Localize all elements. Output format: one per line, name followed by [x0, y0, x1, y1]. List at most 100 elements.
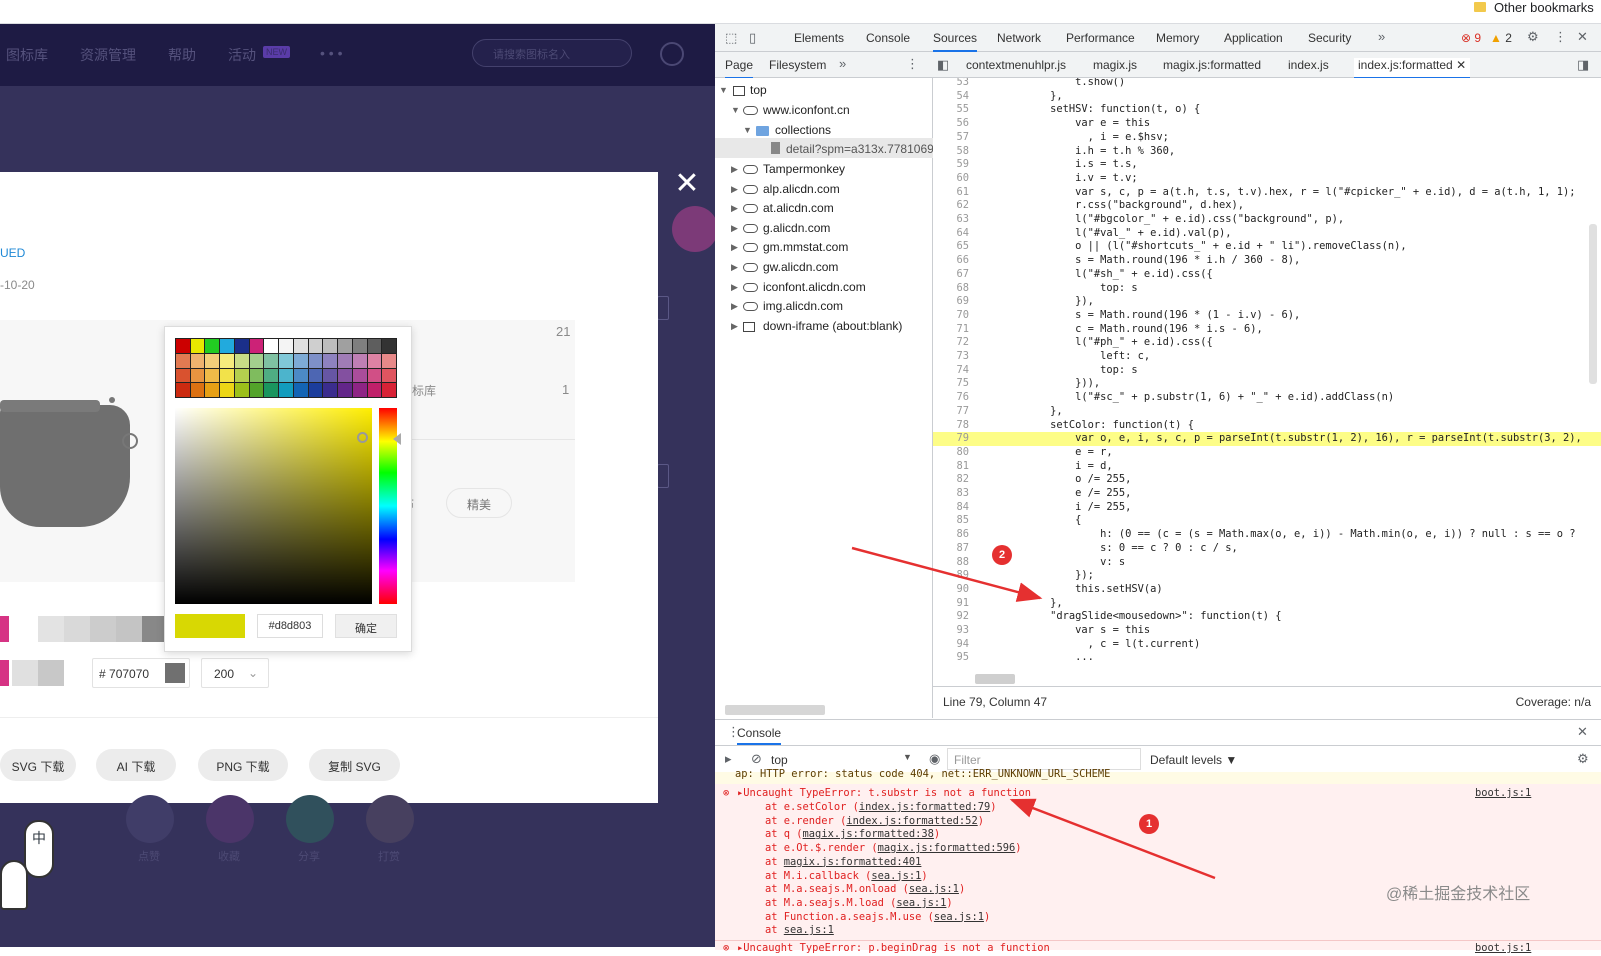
- nav-resource-manage[interactable]: 资源管理: [80, 45, 136, 65]
- palette-swatch[interactable]: [382, 368, 396, 383]
- editor-scrollbar[interactable]: [1589, 224, 1597, 384]
- expand-icon[interactable]: ▶: [731, 203, 738, 214]
- line-number[interactable]: 73: [933, 350, 969, 364]
- line-number[interactable]: 78: [933, 419, 969, 433]
- coverage-status[interactable]: Coverage: n/a: [1516, 695, 1591, 709]
- color-palette[interactable]: [175, 338, 397, 398]
- side-tool-icon-2[interactable]: [657, 464, 669, 488]
- collect-button[interactable]: [206, 795, 254, 843]
- share-button[interactable]: [286, 795, 334, 843]
- palette-swatch[interactable]: [367, 368, 382, 383]
- stack-source-link[interactable]: sea.js:1: [784, 924, 834, 936]
- line-number[interactable]: 87: [933, 542, 969, 556]
- palette-swatch[interactable]: [382, 339, 396, 353]
- palette-swatch[interactable]: [382, 353, 396, 368]
- copy-svg-button[interactable]: 复制 SVG: [309, 749, 400, 781]
- expand-icon[interactable]: ▶: [731, 184, 738, 195]
- stack-source-link[interactable]: index.js:formatted:52: [846, 815, 977, 827]
- line-number[interactable]: 79: [933, 432, 969, 446]
- tree-origin-item[interactable]: alp.alicdn.com: [763, 182, 840, 196]
- palette-swatch[interactable]: [264, 339, 279, 353]
- line-number[interactable]: 74: [933, 364, 969, 378]
- palette-swatch[interactable]: [352, 353, 367, 368]
- palette-swatch[interactable]: [382, 383, 396, 397]
- palette-swatch[interactable]: [249, 339, 264, 353]
- code-line[interactable]: 70 s = Math.round(196 * (1 - i.v) - 6),: [933, 309, 1601, 323]
- code-line[interactable]: 89 });: [933, 569, 1601, 583]
- palette-swatch[interactable]: [323, 368, 338, 383]
- toggle-debugger-icon[interactable]: ◨: [1577, 57, 1589, 73]
- nav-help[interactable]: 帮助: [168, 45, 196, 65]
- line-number[interactable]: 94: [933, 638, 969, 652]
- palette-swatch[interactable]: [323, 383, 338, 397]
- code-line[interactable]: 90 this.setHSV(a): [933, 583, 1601, 597]
- tab-sources[interactable]: Sources: [933, 31, 978, 52]
- editor-hscroll[interactable]: [975, 674, 1015, 684]
- code-line[interactable]: 82 o /= 255,: [933, 473, 1601, 487]
- levels-select[interactable]: Default levels ▼: [1150, 753, 1237, 767]
- gear-icon[interactable]: ⚙: [1527, 29, 1539, 45]
- palette-swatch[interactable]: [308, 339, 323, 353]
- palette-swatch[interactable]: [205, 368, 220, 383]
- swatch[interactable]: [90, 616, 116, 642]
- favorite-float-icon[interactable]: [672, 206, 718, 252]
- code-line[interactable]: 76 l("#sc_" + p.substr(1, 6) + "_" + e.i…: [933, 391, 1601, 405]
- close-icon[interactable]: ✕: [672, 169, 702, 200]
- context-select[interactable]: top: [771, 753, 788, 767]
- code-line[interactable]: 61 var s, c, p = a(t.h, t.s, t.v).hex, r…: [933, 186, 1601, 200]
- tree-folder[interactable]: collections: [775, 123, 831, 137]
- line-number[interactable]: 82: [933, 473, 969, 487]
- code-line[interactable]: 62 r.css("background", d.hex),: [933, 199, 1601, 213]
- kebab-menu-icon[interactable]: ⋮: [1554, 29, 1567, 45]
- code-line[interactable]: 53 t.show(): [933, 78, 1601, 90]
- palette-swatch[interactable]: [190, 368, 205, 383]
- stack-source-link[interactable]: magix.js:formatted:401: [784, 856, 922, 868]
- palette-swatch[interactable]: [234, 383, 249, 397]
- avatar[interactable]: [660, 42, 684, 66]
- palette-swatch[interactable]: [352, 339, 367, 353]
- palette-swatch[interactable]: [367, 353, 382, 368]
- code-line[interactable]: 66 s = Math.round(196 * i.h / 360 - 8),: [933, 254, 1601, 268]
- palette-swatch[interactable]: [220, 368, 234, 383]
- code-line[interactable]: 79 var o, e, i, s, c, p = parseInt(t.sub…: [933, 432, 1601, 446]
- swatch[interactable]: [0, 616, 9, 642]
- tree-origin-item[interactable]: img.alicdn.com: [763, 299, 843, 313]
- file-tab-contextmenuhlpr[interactable]: contextmenuhlpr.js: [966, 58, 1066, 72]
- png-download-button[interactable]: PNG 下载: [198, 749, 288, 781]
- file-tab-magix-formatted[interactable]: magix.js:formatted: [1163, 58, 1261, 72]
- palette-swatch[interactable]: [249, 353, 264, 368]
- eye-icon[interactable]: ◉: [929, 751, 940, 767]
- palette-swatch[interactable]: [279, 368, 293, 383]
- expand-icon[interactable]: ▶: [731, 282, 738, 293]
- line-number[interactable]: 70: [933, 309, 969, 323]
- code-editor[interactable]: 53 t.show() 54 }, 55 setHSV: function(t, o…: [933, 78, 1601, 686]
- palette-swatch[interactable]: [367, 339, 382, 353]
- stack-source-link[interactable]: index.js:formatted:79: [859, 801, 990, 813]
- line-number[interactable]: 95: [933, 651, 969, 665]
- code-line[interactable]: 83 e /= 255,: [933, 487, 1601, 501]
- nav-icon-library[interactable]: 图标库: [6, 45, 48, 65]
- palette-swatch[interactable]: [234, 368, 249, 383]
- line-number[interactable]: 56: [933, 117, 969, 131]
- palette-swatch[interactable]: [279, 383, 293, 397]
- code-line[interactable]: 95 ...: [933, 651, 1601, 665]
- code-line[interactable]: 81 i = d,: [933, 460, 1601, 474]
- line-number[interactable]: 62: [933, 199, 969, 213]
- code-line[interactable]: 54 },: [933, 90, 1601, 104]
- tree-origin-item[interactable]: iconfont.alicdn.com: [763, 280, 866, 294]
- tab-memory[interactable]: Memory: [1156, 31, 1199, 45]
- tab-performance[interactable]: Performance: [1066, 31, 1135, 45]
- swatch[interactable]: [142, 616, 164, 642]
- palette-swatch[interactable]: [176, 339, 190, 353]
- tab-application[interactable]: Application: [1224, 31, 1283, 45]
- error-source-link[interactable]: boot.js:1: [1475, 787, 1531, 801]
- code-line[interactable]: 72 l("#ph_" + e.id).css({: [933, 336, 1601, 350]
- code-line[interactable]: 80 e = r,: [933, 446, 1601, 460]
- code-line[interactable]: 63 l("#bgcolor_" + e.id).css("background…: [933, 213, 1601, 227]
- line-number[interactable]: 71: [933, 323, 969, 337]
- code-line[interactable]: 86 h: (0 == (c = (s = Math.max(o, e, i))…: [933, 528, 1601, 542]
- palette-swatch[interactable]: [279, 353, 293, 368]
- line-number[interactable]: 67: [933, 268, 969, 282]
- console-tab[interactable]: Console: [737, 726, 782, 745]
- line-number[interactable]: 55: [933, 103, 969, 117]
